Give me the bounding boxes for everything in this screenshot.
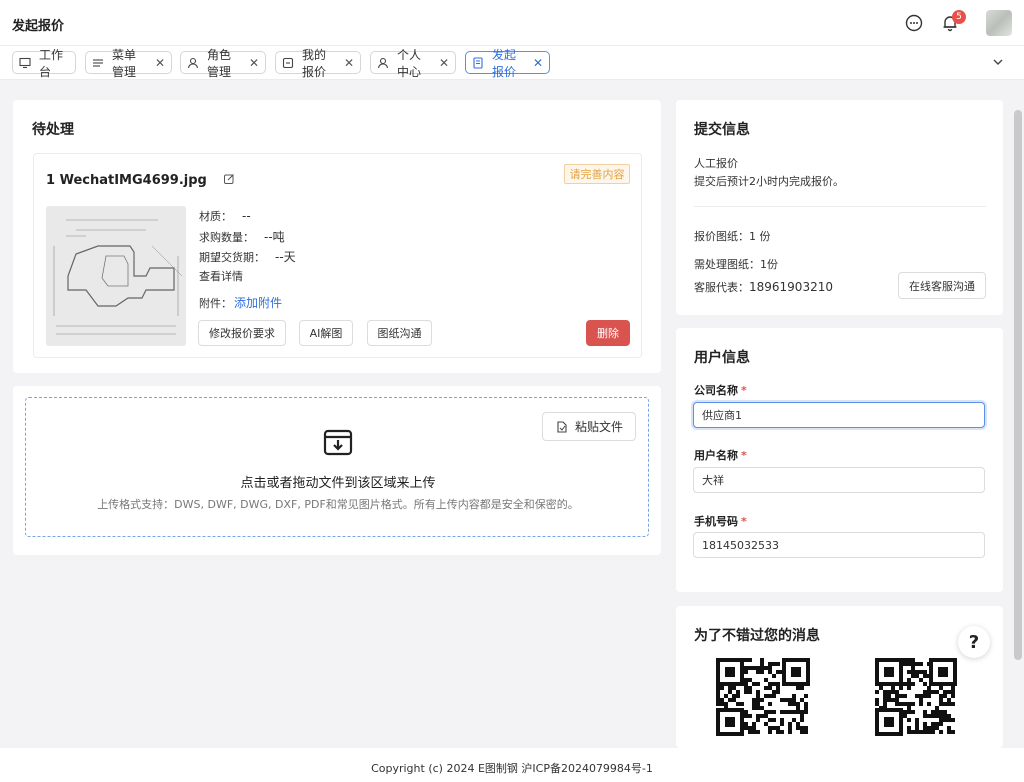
delivery-label: 期望交货期： [199,251,265,264]
tab-personal-center[interactable]: 个人中心 ✕ [370,48,456,79]
phone-input[interactable]: 18145032533 [693,532,985,558]
online-service-button[interactable]: 在线客服沟通 [898,272,986,299]
ai-analyze-button[interactable]: AI解图 [299,320,353,346]
quantity-label: 求购数量： [199,231,254,244]
quote-eta-note: 提交后预计2小时内完成报价。 [694,175,844,188]
drawing-chat-button[interactable]: 图纸沟通 [367,320,432,346]
close-icon[interactable]: ✕ [439,56,449,70]
attachment-label: 附件： [199,297,232,310]
modify-requirements-button[interactable]: 修改报价要求 [198,320,286,346]
user-name-label: 用户名称 * [694,447,747,463]
upload-dropzone[interactable]: 粘贴文件 点击或者拖动文件到该区域来上传 上传格式支持：DWS, DWF, DW… [25,397,649,537]
tab-my-quotes[interactable]: 我的报价 ✕ [275,48,361,79]
qr-code-image [875,658,957,736]
submit-info-title: 提交信息 [694,122,750,138]
close-icon[interactable]: ✕ [155,56,165,70]
upload-format-hint: 上传格式支持：DWS, DWF, DWG, DXF, PDF和常见图片格式。所有… [97,498,579,511]
paste-file-button[interactable]: 粘贴文件 [542,412,636,441]
message-icon[interactable] [903,12,925,34]
list-icon [92,57,104,69]
company-label-text: 公司名称 [694,384,738,397]
phone-label: 手机号码 * [694,513,747,529]
service-rep: 客服代表：18961903210 [694,279,833,295]
avatar[interactable] [986,10,1012,36]
tab-bar: 工作台 菜单管理 ✕ 角色管理 ✕ 我的报价 ✕ 个人中心 ✕ 发起报价 ✕ [0,46,1024,80]
tab-label: 我的报价 [302,47,327,79]
divider [694,206,986,207]
close-icon[interactable]: ✕ [533,56,543,70]
quantity-value: --吨 [264,230,285,244]
upload-icon [323,427,353,460]
delete-button[interactable]: 删除 [586,320,630,346]
help-button[interactable]: ? [958,626,990,658]
top-header: 发起报价 5 [0,0,1024,46]
close-icon[interactable]: ✕ [344,56,354,70]
user-icon [187,57,199,69]
file-name-text: 1 WechatIMG4699.jpg [46,173,207,188]
user-label-text: 用户名称 [694,449,738,462]
view-details-link[interactable]: 查看详情 [199,268,243,284]
doc-icon [472,56,484,69]
notification-badge: 5 [952,10,966,24]
user-name-input[interactable]: 大祥 [693,467,985,493]
tab-label: 角色管理 [207,47,232,79]
edit-icon[interactable] [223,173,235,189]
paste-icon [555,420,569,434]
delivery-row: 期望交货期： --天 [199,248,296,265]
material-label: 材质： [199,210,232,223]
material-row: 材质： -- [199,208,251,224]
upload-main-text: 点击或者拖动文件到该区域来上传 [240,476,436,491]
tab-menu-management[interactable]: 菜单管理 ✕ [85,48,172,79]
paste-file-label: 粘贴文件 [574,420,623,434]
phone-label-text: 手机号码 [694,515,738,528]
tab-label: 个人中心 [397,47,422,79]
tab-label: 工作台 [39,47,64,79]
notify-title: 为了不错过您的消息 [694,628,820,644]
scrollbar[interactable] [1014,110,1022,660]
user-info-title: 用户信息 [694,350,750,366]
page-title: 发起报价 [12,19,65,34]
tab-role-management[interactable]: 角色管理 ✕ [180,48,266,79]
company-name-input[interactable]: 供应商1 [693,402,985,428]
tab-workbench[interactable]: 工作台 [12,48,76,79]
tab-create-quote[interactable]: 发起报价 ✕ [465,48,550,79]
drawing-thumbnail[interactable] [46,206,186,346]
tab-label: 发起报价 [492,47,517,79]
service-rep-label: 客服代表： [694,281,749,294]
service-rep-phone: 18961903210 [749,280,833,294]
quantity-row: 求购数量： --吨 [199,228,285,245]
user-icon [377,57,389,69]
chevron-down-icon[interactable] [992,56,1004,71]
required-mark: * [741,384,747,397]
company-name-label: 公司名称 * [694,382,747,398]
drawing-card: 1 WechatIMG4699.jpg 请完善内容 材质： -- 求购数量： --吨… [33,153,642,358]
status-badge: 请完善内容 [564,164,630,184]
attachment-row: 附件： 添加附件 [199,294,282,311]
required-mark: * [741,449,747,462]
quote-icon [282,57,294,69]
material-value: -- [242,209,251,223]
pending-title: 待处理 [32,122,74,138]
file-name: 1 WechatIMG4699.jpg [46,173,235,189]
delivery-value: --天 [275,250,296,264]
quote-drawings-count: 报价图纸：1 份 [694,230,771,243]
process-drawings-count: 需处理图纸：1份 [694,258,778,271]
required-mark: * [741,515,747,528]
footer: Copyright (c) 2024 E图制钢 沪ICP备2024079984号… [0,748,1024,782]
monitor-icon [19,57,31,69]
quote-mode: 人工报价 [694,157,738,170]
tab-label: 菜单管理 [112,47,137,79]
close-icon[interactable]: ✕ [249,56,259,70]
qr-code-image [716,658,810,736]
add-attachment-link[interactable]: 添加附件 [234,296,282,310]
